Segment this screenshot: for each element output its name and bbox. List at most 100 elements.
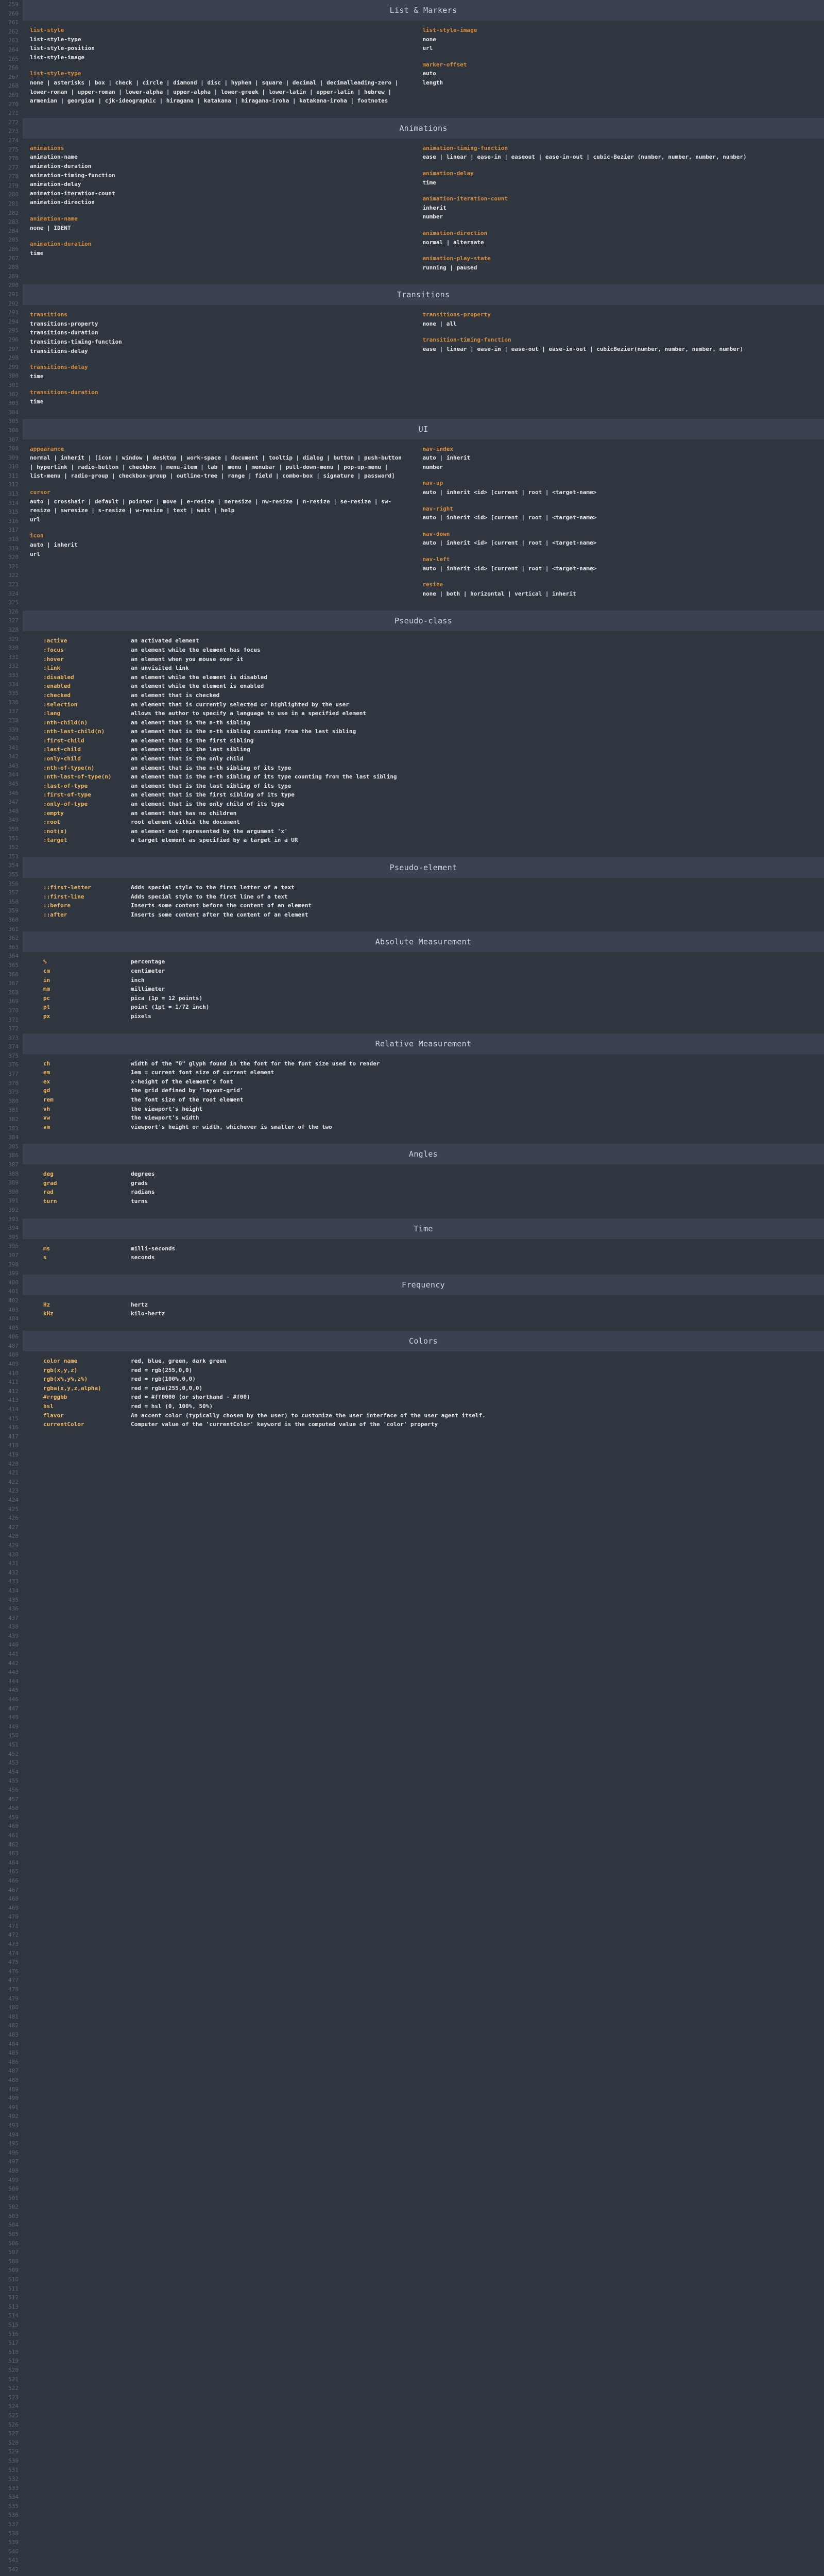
line-number: 540 [0,2547,19,2556]
line-number: 440 [0,1640,19,1650]
definition-value: pica (1p = 12 points) [131,995,202,1002]
line-number: 347 [0,798,19,807]
definition-key: ::first-line [43,893,84,900]
definition-value: root element within the document [131,819,240,825]
line-number: 503 [0,2212,19,2221]
line-number: 483 [0,2030,19,2040]
property-value: time [422,178,817,188]
line-number: 310 [0,462,19,471]
definition-key: Hz [43,1301,50,1308]
property-value: auto | inherit <id> [current | root | <t… [422,538,817,548]
definition-value: the font size of the root element [131,1096,244,1103]
definition-key: kHz [43,1310,54,1317]
line-number: 506 [0,2239,19,2248]
definition-row: :enabledan element while the element is … [23,682,824,691]
line-number: 504 [0,2221,19,2230]
definition-row: vhthe viewport's height [23,1105,824,1114]
line-number: 487 [0,2066,19,2076]
line-number: 367 [0,979,19,988]
definition-row: ::first-line Adds special style to the fi… [23,892,824,902]
definition-key: hsl [43,1403,54,1410]
definition-key: :last-child [43,746,81,753]
line-number: 471 [0,1922,19,1931]
definition-key: px [43,1013,50,1020]
definition-key: :not(x) [43,828,67,835]
line-number: 530 [0,2456,19,2466]
definition-value: red = hsl (0, 100%, 50%) [131,1403,213,1410]
definition-value: an element that is the n-th sibling of i… [131,765,291,771]
property-value: ease | linear | ease-in | easeout | ease… [422,152,817,162]
definition-value: an element that is the only child [131,755,244,762]
line-number: 425 [0,1505,19,1514]
line-number: 443 [0,1668,19,1677]
section-header: Colors [23,1331,824,1351]
line-number: 300 [0,371,19,381]
line-number: 433 [0,1577,19,1586]
line-number: 263 [0,36,19,45]
line-number: 301 [0,381,19,390]
line-number: 337 [0,707,19,716]
definition-key: :first-of-type [43,791,91,798]
definition-value: Adds special style to the first line of … [131,893,288,900]
line-number: 392 [0,1206,19,1215]
property-name: resize [422,580,817,589]
line-number: 298 [0,353,19,363]
line-number: 464 [0,1858,19,1868]
line-number: 316 [0,517,19,526]
line-number: 386 [0,1151,19,1160]
line-number: 295 [0,326,19,335]
definition-key: :root [43,819,60,825]
definition-value: An accent color (typically chosen by the… [131,1412,486,1419]
line-number: 495 [0,2139,19,2148]
line-number: 332 [0,662,19,671]
definition-key: ch [43,1060,50,1067]
definition-row: gdthe grid defined by 'layout-grid' [23,1086,824,1095]
property-value: length [422,78,817,88]
definition-row: :emptyan element that has no children [23,809,824,818]
definition-row: rgb(x,y,z)red = rgb(255,0,0) [23,1366,824,1375]
line-number: 363 [0,943,19,952]
property-name: list-style [30,26,408,35]
property-name: animation-timing-function [422,144,817,153]
property-value: running | paused [422,263,817,273]
line-number: 328 [0,625,19,635]
line-number: 346 [0,789,19,798]
line-number: 446 [0,1695,19,1704]
definition-key: s [43,1254,47,1261]
line-number: 473 [0,1940,19,1949]
line-number: 330 [0,643,19,653]
property-value: animation-delay [30,180,408,189]
line-number: 477 [0,1976,19,1985]
line-number: 345 [0,779,19,789]
line-number: 525 [0,2411,19,2420]
definition-row: ::afterInserts some content after the co… [23,910,824,920]
line-number: 326 [0,607,19,617]
definition-key: pc [43,995,50,1002]
property-value: auto [422,69,817,78]
definition-key: :nth-last-of-type(n) [43,773,111,780]
property-value: ease | linear | ease-in | ease-out | eas… [422,345,817,354]
section-header: Angles [23,1144,824,1164]
line-number: 447 [0,1704,19,1714]
line-number: 536 [0,2511,19,2520]
line-number: 309 [0,453,19,463]
line-number: 488 [0,2076,19,2085]
line-number: 378 [0,1079,19,1088]
line-number: 382 [0,1115,19,1124]
line-number: 414 [0,1405,19,1414]
property-value: number [422,212,817,222]
line-number: 408 [0,1350,19,1360]
line-number: 423 [0,1486,19,1496]
line-number: 349 [0,816,19,825]
line-number: 317 [0,526,19,535]
line-number: 395 [0,1233,19,1242]
line-number: 324 [0,589,19,599]
line-number: 288 [0,263,19,272]
line-number: 355 [0,870,19,879]
line-number: 385 [0,1142,19,1151]
line-number: 276 [0,154,19,163]
line-number: 543 [0,2574,19,2576]
line-number: 528 [0,2438,19,2448]
line-number: 304 [0,408,19,417]
definition-row: ::beforeInserts some content before the … [23,901,824,910]
